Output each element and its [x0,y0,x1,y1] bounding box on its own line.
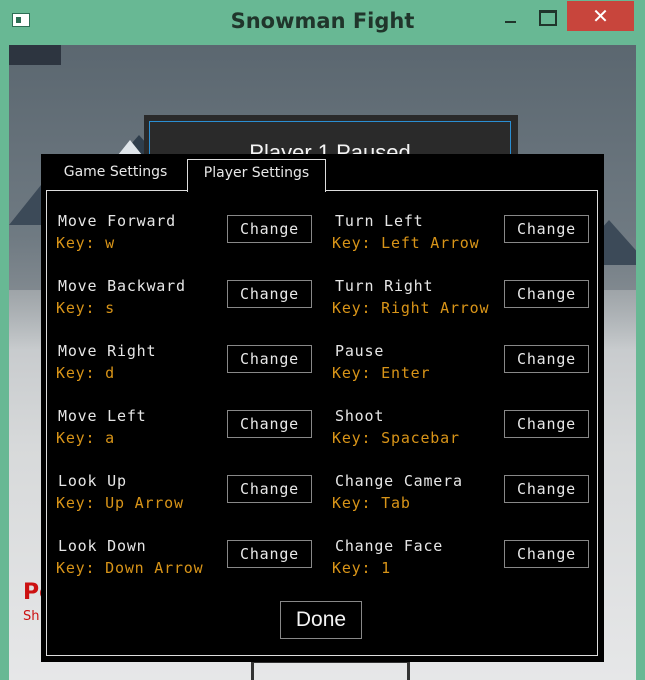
binding-action-label: Move Left [58,407,147,425]
tab-player-settings[interactable]: Player Settings [187,159,326,192]
binding-action-label: Move Forward [58,212,176,230]
minimize-button[interactable] [488,2,534,32]
binding-action-label: Change Camera [335,472,463,490]
change-move-forward-button[interactable]: Change [227,215,312,243]
change-pause-button[interactable]: Change [504,345,589,373]
settings-dialog: Game Settings Player Settings Move Forwa… [41,154,604,662]
binding-key-label: Key: s [56,299,115,317]
change-move-backward-button[interactable]: Change [227,280,312,308]
binding-key-label: Key: 1 [332,559,391,577]
change-face-button[interactable]: Change [504,540,589,568]
binding-action-label: Change Face [335,537,444,555]
binding-action-label: Move Backward [58,277,186,295]
binding-action-label: Turn Left [335,212,424,230]
binding-key-label: Key: Spacebar [332,429,460,447]
binding-key-label: Key: Left Arrow [332,234,480,252]
binding-key-label: Key: Right Arrow [332,299,490,317]
maximize-button[interactable] [532,2,562,32]
change-move-right-button[interactable]: Change [227,345,312,373]
binding-action-label: Pause [335,342,385,360]
binding-action-label: Shoot [335,407,385,425]
binding-action-label: Turn Right [335,277,434,295]
mountain [9,45,61,65]
binding-key-label: Key: w [56,234,115,252]
title-bar: Snowman Fight ✕ [0,0,645,45]
binding-key-label: Key: d [56,364,115,382]
binding-action-label: Move Right [58,342,157,360]
player-settings-panel: Move Forward Key: w Change Move Backward… [46,190,598,656]
hud-subtext: Sh [23,609,40,624]
binding-key-label: Key: a [56,429,115,447]
change-shoot-button[interactable]: Change [504,410,589,438]
binding-key-label: Key: Tab [332,494,411,512]
window-border-right [636,45,645,680]
close-button[interactable]: ✕ [567,1,634,31]
binding-action-label: Look Up [58,472,127,490]
change-move-left-button[interactable]: Change [227,410,312,438]
binding-key-label: Key: Down Arrow [56,559,204,577]
game-scene: Pe Sh Player 1 Paused Game Settings Play… [9,45,636,680]
change-turn-right-button[interactable]: Change [504,280,589,308]
change-look-up-button[interactable]: Change [227,475,312,503]
binding-key-label: Key: Up Arrow [56,494,184,512]
window-border-left [0,45,9,680]
change-turn-left-button[interactable]: Change [504,215,589,243]
change-camera-button[interactable]: Change [504,475,589,503]
binding-action-label: Look Down [58,537,147,555]
done-button[interactable]: Done [280,601,362,639]
change-look-down-button[interactable]: Change [227,540,312,568]
binding-key-label: Key: Enter [332,364,431,382]
tab-game-settings[interactable]: Game Settings [53,159,178,190]
